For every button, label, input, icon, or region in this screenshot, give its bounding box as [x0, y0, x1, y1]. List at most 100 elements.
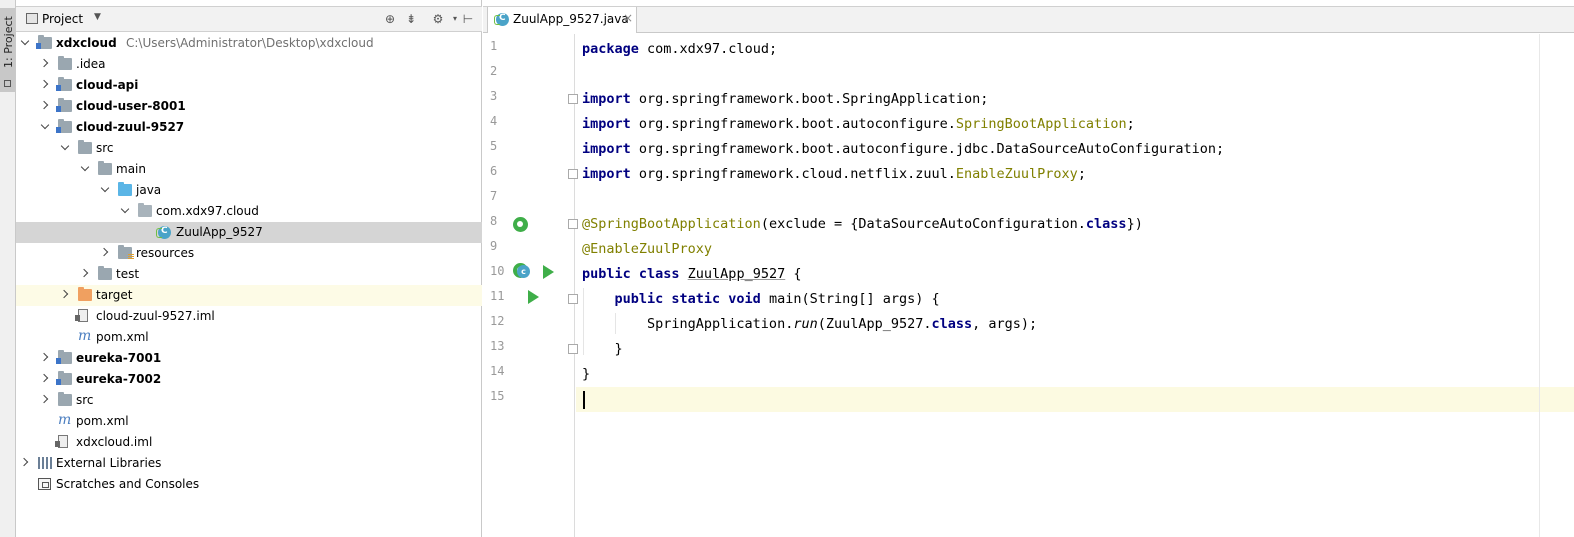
tree-item[interactable]: eureka-7002 — [16, 369, 482, 390]
collapse-all-icon[interactable]: ⇟ — [403, 11, 419, 27]
tree-item-label: pom.xml — [96, 330, 149, 344]
code-line[interactable]: } — [576, 362, 1574, 387]
chevron-down-icon[interactable] — [100, 185, 109, 194]
run-icon[interactable] — [528, 290, 539, 304]
chevron-right-icon[interactable] — [40, 59, 49, 68]
code-line[interactable] — [576, 387, 1574, 412]
tree-item[interactable]: resources — [16, 243, 482, 264]
code-token: ; — [1077, 166, 1086, 182]
chevron-down-icon[interactable] — [80, 164, 89, 173]
libraries-icon — [38, 457, 54, 469]
code-line[interactable]: import org.springframework.boot.autoconf… — [576, 137, 1574, 162]
code-line[interactable]: public static void main(String[] args) { — [576, 287, 1574, 312]
chevron-right-icon[interactable] — [40, 80, 49, 89]
tree-item[interactable]: xdxcloud.iml — [16, 432, 482, 453]
chevron-down-icon[interactable]: ▼ — [94, 12, 101, 22]
chevron-down-icon[interactable] — [20, 38, 29, 47]
folder-icon — [98, 161, 112, 175]
code-token: org.springframework.boot.autoconfigure.j… — [638, 141, 1225, 157]
chevron-down-icon[interactable] — [40, 122, 49, 131]
run-icon[interactable] — [543, 265, 554, 279]
code-token: class — [1085, 216, 1127, 232]
iml-file-icon — [55, 435, 68, 448]
tree-item[interactable]: cloud-zuul-9527.iml — [16, 306, 482, 327]
gear-icon[interactable]: ⚙ — [430, 11, 446, 27]
tree-item[interactable]: External Libraries — [16, 453, 482, 474]
tree-item[interactable]: m pom.xml — [16, 327, 482, 348]
editor-tab-zuulapp[interactable]: ZuulApp_9527.java × — [487, 7, 637, 33]
hide-panel-icon[interactable]: ⊢ — [460, 11, 476, 27]
tree-item[interactable]: cloud-user-8001 — [16, 96, 482, 117]
tree-item[interactable]: main — [16, 159, 482, 180]
chevron-right-icon[interactable] — [40, 101, 49, 110]
tree-item-label: xdxcloud.iml — [76, 435, 153, 449]
chevron-right-icon[interactable] — [20, 458, 29, 467]
spring-boot-class-icon — [494, 13, 509, 26]
chevron-right-icon[interactable] — [40, 353, 49, 362]
code-token: , args); — [972, 316, 1038, 332]
chevron-right-icon[interactable] — [80, 269, 89, 278]
package-icon — [138, 203, 152, 217]
code-line[interactable]: } — [576, 337, 1574, 362]
project-tool-tab[interactable]: 1: Project — [0, 8, 15, 92]
code-token: run — [793, 316, 818, 332]
excluded-folder-icon — [78, 287, 92, 301]
close-icon[interactable]: × — [623, 11, 633, 25]
tree-item[interactable]: java — [16, 180, 482, 201]
chevron-right-icon[interactable] — [60, 290, 69, 299]
tree-item[interactable]: src — [16, 390, 482, 411]
tree-item[interactable]: m pom.xml — [16, 411, 482, 432]
code-token: public static void — [614, 291, 769, 307]
tree-item[interactable]: .idea — [16, 54, 482, 75]
code-line[interactable]: @SpringBootApplication(exclude = {DataSo… — [576, 212, 1574, 237]
tree-item[interactable]: xdxcloud C:\Users\Administrator\Desktop\x… — [16, 33, 482, 54]
tree-item-label: Scratches and Consoles — [56, 477, 200, 491]
tree-item[interactable]: cloud-zuul-9527 — [16, 117, 482, 138]
line-number: 4 — [490, 114, 498, 128]
module-folder-icon — [56, 119, 72, 133]
code-token: }) — [1126, 216, 1143, 232]
code-line[interactable]: import org.springframework.boot.autoconf… — [576, 112, 1574, 137]
chevron-right-icon[interactable] — [100, 248, 109, 257]
code-line[interactable]: package com.xdx97.cloud; — [576, 37, 1574, 62]
project-view-icon — [26, 13, 38, 24]
class-icon[interactable]: c — [517, 265, 530, 278]
line-number: 1 — [490, 39, 498, 53]
iml-file-icon — [75, 309, 88, 322]
tree-item-label: src — [96, 141, 114, 155]
code-line[interactable]: @EnableZuulProxy — [576, 237, 1574, 262]
tree-item[interactable]: com.xdx97.cloud — [16, 201, 482, 222]
code-line[interactable] — [576, 62, 1574, 87]
tree-item-path: C:\Users\Administrator\Desktop\xdxcloud — [126, 36, 374, 50]
code-line[interactable]: SpringApplication.run(ZuulApp_9527.class… — [576, 312, 1574, 337]
code-token: import — [582, 116, 639, 132]
tree-item[interactable]: Scratches and Consoles — [16, 474, 482, 495]
tree-item[interactable]: ZuulApp_9527 — [16, 222, 482, 243]
project-tool-icon — [4, 80, 11, 87]
maven-icon: m — [58, 412, 72, 428]
chevron-right-icon[interactable] — [40, 395, 49, 404]
line-number: 12 — [490, 314, 505, 328]
tree-item[interactable]: test — [16, 264, 482, 285]
code-token: SpringBootApplication — [955, 116, 1127, 132]
chevron-right-icon[interactable] — [40, 374, 49, 383]
tree-item-label: cloud-user-8001 — [76, 99, 186, 113]
tree-item[interactable]: target — [16, 285, 482, 306]
code-line[interactable]: import org.springframework.boot.SpringAp… — [576, 87, 1574, 112]
code-line[interactable] — [576, 187, 1574, 212]
chevron-down-icon[interactable] — [60, 143, 69, 152]
chevron-down-icon[interactable] — [120, 206, 129, 215]
code-line[interactable]: import org.springframework.cloud.netflix… — [576, 162, 1574, 187]
line-number: 14 — [490, 364, 505, 378]
spring-bean-navigate-icon[interactable] — [513, 217, 528, 232]
project-panel-header: Project ▼ ⊕ ⇟ ⚙ ▾ ⊢ — [16, 6, 482, 32]
text-caret — [583, 391, 585, 409]
tree-item-label: target — [96, 288, 133, 302]
code-area[interactable]: package com.xdx97.cloud; import org.sprin… — [576, 34, 1574, 537]
tree-item[interactable]: eureka-7001 — [16, 348, 482, 369]
code-line[interactable]: public class ZuulApp_9527 { — [576, 262, 1574, 287]
tree-item[interactable]: src — [16, 138, 482, 159]
locate-file-icon[interactable]: ⊕ — [382, 11, 398, 27]
tree-item[interactable]: cloud-api — [16, 75, 482, 96]
project-view-selector[interactable]: Project — [42, 12, 83, 26]
